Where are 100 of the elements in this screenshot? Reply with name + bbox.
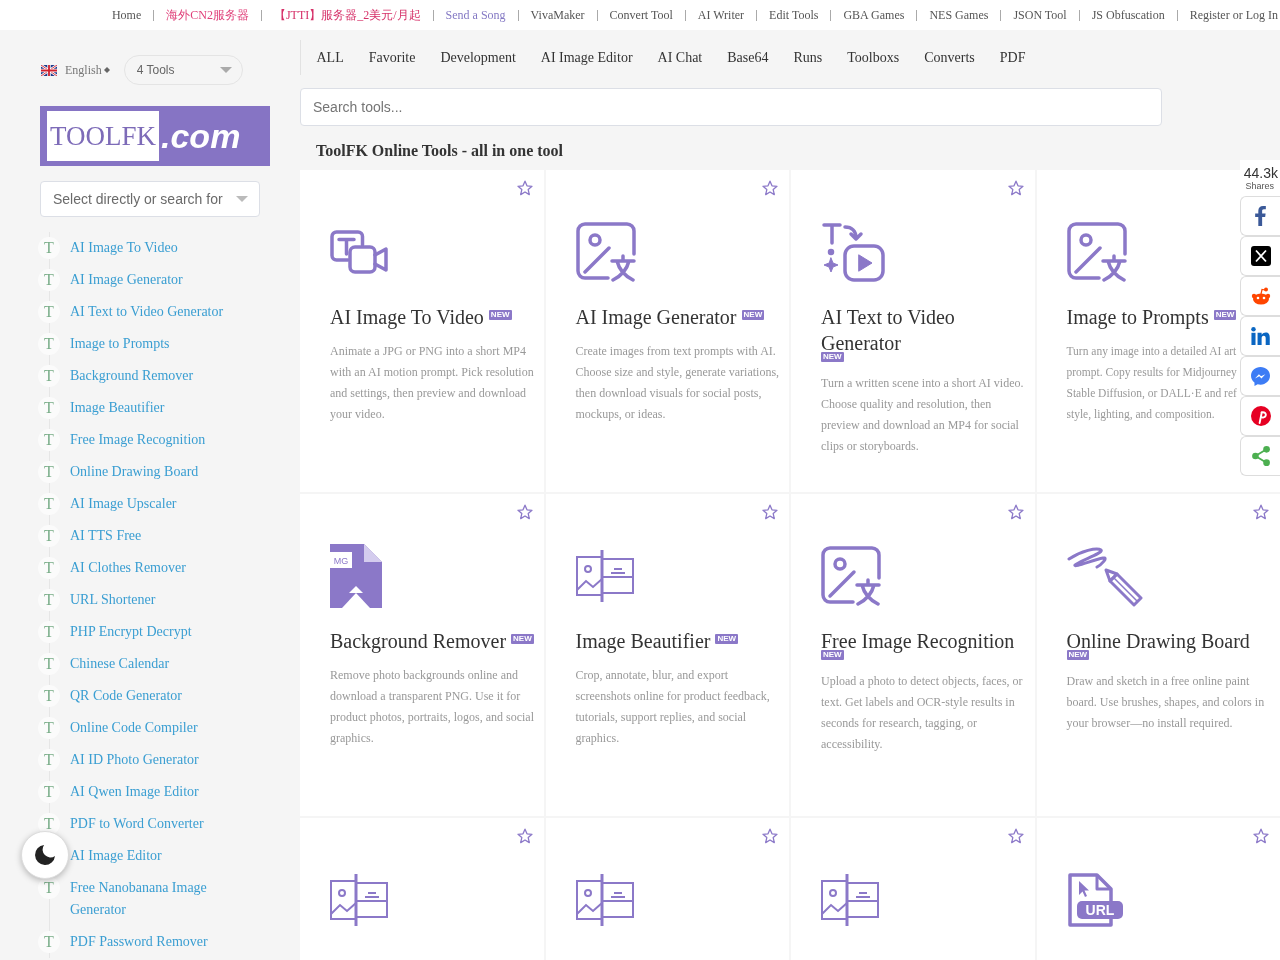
nav-link[interactable]: AI Writer: [697, 8, 745, 22]
tool-link[interactable]: Free Image Recognition: [70, 424, 206, 456]
card-title: AI Text to Video Generator: [821, 305, 956, 354]
nav-link[interactable]: Home: [111, 8, 142, 22]
tool-link[interactable]: Image to Prompts: [70, 328, 170, 360]
tool-link[interactable]: AI Image To Video: [70, 232, 178, 264]
tool-card[interactable]: [791, 818, 1035, 960]
nav-link[interactable]: JS Obfuscation: [1091, 8, 1165, 22]
tool-card[interactable]: AI Image To Video NEW Animate a JPG or PNG into a short MP4 with an AI motion prompt. Pick resolution and settings, then preview and download your video.: [300, 170, 544, 492]
tool-link[interactable]: Online Code Compiler: [70, 712, 198, 744]
tool-search-field[interactable]: Select directly or search for: [40, 181, 260, 217]
category-tab[interactable]: AI Image Editor: [528, 49, 646, 66]
image-panel-icon: [330, 874, 388, 926]
new-badge: NEW: [511, 634, 534, 644]
tool-card[interactable]: Free Image Recognition NEW Upload a photo to detect objects, faces, or text. Get labels and OCR-style results in seconds for research, tagging, or accessibility.: [791, 494, 1035, 816]
caret-icon: [219, 67, 232, 73]
letter-badge: T: [38, 493, 60, 515]
tool-link[interactable]: Background Remover: [70, 360, 194, 392]
moon-icon: [35, 845, 55, 865]
tool-card[interactable]: AI Text to Video Generator NEW Turn a written scene into a short AI video. Choose quality and resolution, then preview and download an MP4 for social clips or storyboards.: [791, 170, 1035, 492]
card-description: Animate a JPG or PNG into a short MP4 with an AI motion prompt. Pick resolution and settings, then preview and download your video.: [330, 343, 535, 423]
nav-link[interactable]: 【JTTI】服务器_2美元/月起: [273, 8, 421, 22]
nav-link[interactable]: Convert Tool: [609, 8, 673, 22]
pinterest-icon: [1250, 406, 1271, 426]
tool-link[interactable]: AI Image Editor: [70, 840, 162, 872]
site-logo[interactable]: TOOLFK.com: [40, 106, 270, 166]
tool-link[interactable]: Free Nanobanana Image Generator: [70, 872, 260, 926]
tool-card[interactable]: MG Background Remover NEW Remove photo backgrounds online and download a transparent PNG. Use it for product photos, portraits, logos, and social graphics.: [300, 494, 544, 816]
share-count: 44.3k: [1243, 165, 1279, 181]
nav-link[interactable]: JSON Tool: [1013, 8, 1067, 22]
share-label: Shares: [1245, 181, 1275, 192]
tool-link[interactable]: AI TTS Free: [70, 520, 142, 552]
category-tab[interactable]: Toolboxs: [834, 49, 912, 66]
category-tab[interactable]: Base64: [714, 49, 781, 66]
tool-card[interactable]: [545, 818, 789, 960]
tool-card[interactable]: [300, 818, 544, 960]
category-tab[interactable]: Favorite: [356, 49, 428, 66]
image-text-icon: [1066, 222, 1127, 282]
tool-link[interactable]: PHP Encrypt Decrypt: [70, 616, 192, 648]
tool-link[interactable]: AI Image Generator: [70, 264, 183, 296]
tool-link[interactable]: PDF to Word Converter: [70, 808, 204, 840]
search-field[interactable]: Search tools...: [300, 88, 1162, 126]
star-icon[interactable]: [1253, 828, 1269, 844]
share-button[interactable]: [1240, 236, 1280, 276]
tool-card[interactable]: Image Beautifier NEW Crop, annotate, blur, and export screenshots online for product feedback, tutorials, support replies, and social graphics.: [545, 494, 789, 816]
category-tab[interactable]: Converts: [911, 49, 988, 66]
letter-badge: T: [38, 781, 60, 803]
nav-link[interactable]: 海外CN2服务器: [166, 8, 249, 22]
tool-link[interactable]: AI Image Upscaler: [70, 488, 177, 520]
messenger-icon: [1251, 366, 1270, 386]
star-icon[interactable]: [516, 180, 533, 196]
star-icon[interactable]: [1007, 180, 1024, 196]
star-icon[interactable]: [762, 504, 778, 520]
tool-link[interactable]: AI Text to Video Generator: [70, 296, 224, 328]
category-tab[interactable]: Runs: [781, 49, 835, 66]
letter-badge: T: [38, 717, 60, 739]
text-camera-icon: [330, 230, 388, 274]
nav-link[interactable]: VivaMaker: [530, 8, 585, 22]
uk-flag-icon: [41, 64, 57, 76]
theme-toggle-button[interactable]: [21, 831, 69, 879]
tool-link[interactable]: Chinese Calendar: [70, 648, 170, 680]
tool-link[interactable]: URL Shortener: [70, 584, 156, 616]
new-badge: NEW: [741, 310, 765, 320]
star-icon[interactable]: [1007, 828, 1024, 844]
letter-badge: T: [38, 429, 60, 451]
text-play-icon: [821, 222, 885, 282]
share-button[interactable]: [1240, 196, 1280, 236]
nav-link[interactable]: Edit Tools: [769, 8, 819, 22]
nav-link[interactable]: Register or Log In: [1189, 8, 1278, 22]
nav-link[interactable]: Send a Song: [445, 8, 506, 22]
tool-card[interactable]: AI Image Generator NEW Create images from text prompts with AI. Choose size and style, generate variations, then download visuals for social posts, mockups, or ideas.: [545, 170, 789, 492]
nav-link[interactable]: NES Games: [929, 8, 989, 22]
tool-card[interactable]: Online Drawing Board NEW Draw and sketch in a free online paint board. Use brushes, shapes, and colors in your browser—no install required.: [1036, 494, 1280, 816]
tool-card[interactable]: URL: [1036, 818, 1280, 960]
card-title: Background Remover: [330, 629, 507, 654]
star-icon[interactable]: [1253, 504, 1269, 520]
tool-link[interactable]: QR Code Generator: [70, 680, 182, 712]
tool-link[interactable]: AI Clothes Remover: [70, 552, 186, 584]
star-icon[interactable]: [516, 828, 533, 844]
category-tab[interactable]: AI Chat: [645, 49, 715, 66]
star-icon[interactable]: [516, 504, 533, 520]
star-icon[interactable]: [762, 180, 778, 196]
star-icon[interactable]: [1007, 504, 1024, 520]
tool-link[interactable]: AI ID Photo Generator: [70, 744, 199, 776]
tool-link[interactable]: AI Qwen Image Editor: [70, 776, 199, 808]
caret-icon: [103, 67, 110, 73]
category-tab[interactable]: PDF: [987, 49, 1038, 66]
star-icon[interactable]: [762, 828, 778, 844]
card-description: Crop, annotate, blur, and export screenshots online for product feedback, tutorials, support replies, and social graphics.: [575, 667, 771, 747]
category-tab[interactable]: ALL: [304, 49, 357, 66]
card-description: Create images from text prompts with AI. Choose size and style, generate variations, then download visuals for social posts, mockups, or ideas.: [575, 343, 780, 423]
category-tab[interactable]: Development: [427, 49, 529, 66]
card-description: Remove photo backgrounds online and download a transparent PNG. Use it for product photos, portraits, logos, and social graphics.: [330, 667, 535, 747]
tool-link[interactable]: PDF Password Remover: [70, 926, 208, 958]
nav-link[interactable]: GBA Games: [843, 8, 905, 22]
image-file-icon: MG: [330, 544, 382, 608]
language-selector[interactable]: English: [40, 62, 110, 78]
tool-link[interactable]: Online Drawing Board: [70, 456, 199, 488]
tool-card[interactable]: Image to Prompts NEW Turn any image into a detailed AI art prompt. Copy results for Midjourney Stable Diffusion, or DALL·E and ref style, lighting, and composition.: [1036, 170, 1240, 492]
tool-link[interactable]: Image Beautifier: [70, 392, 165, 424]
